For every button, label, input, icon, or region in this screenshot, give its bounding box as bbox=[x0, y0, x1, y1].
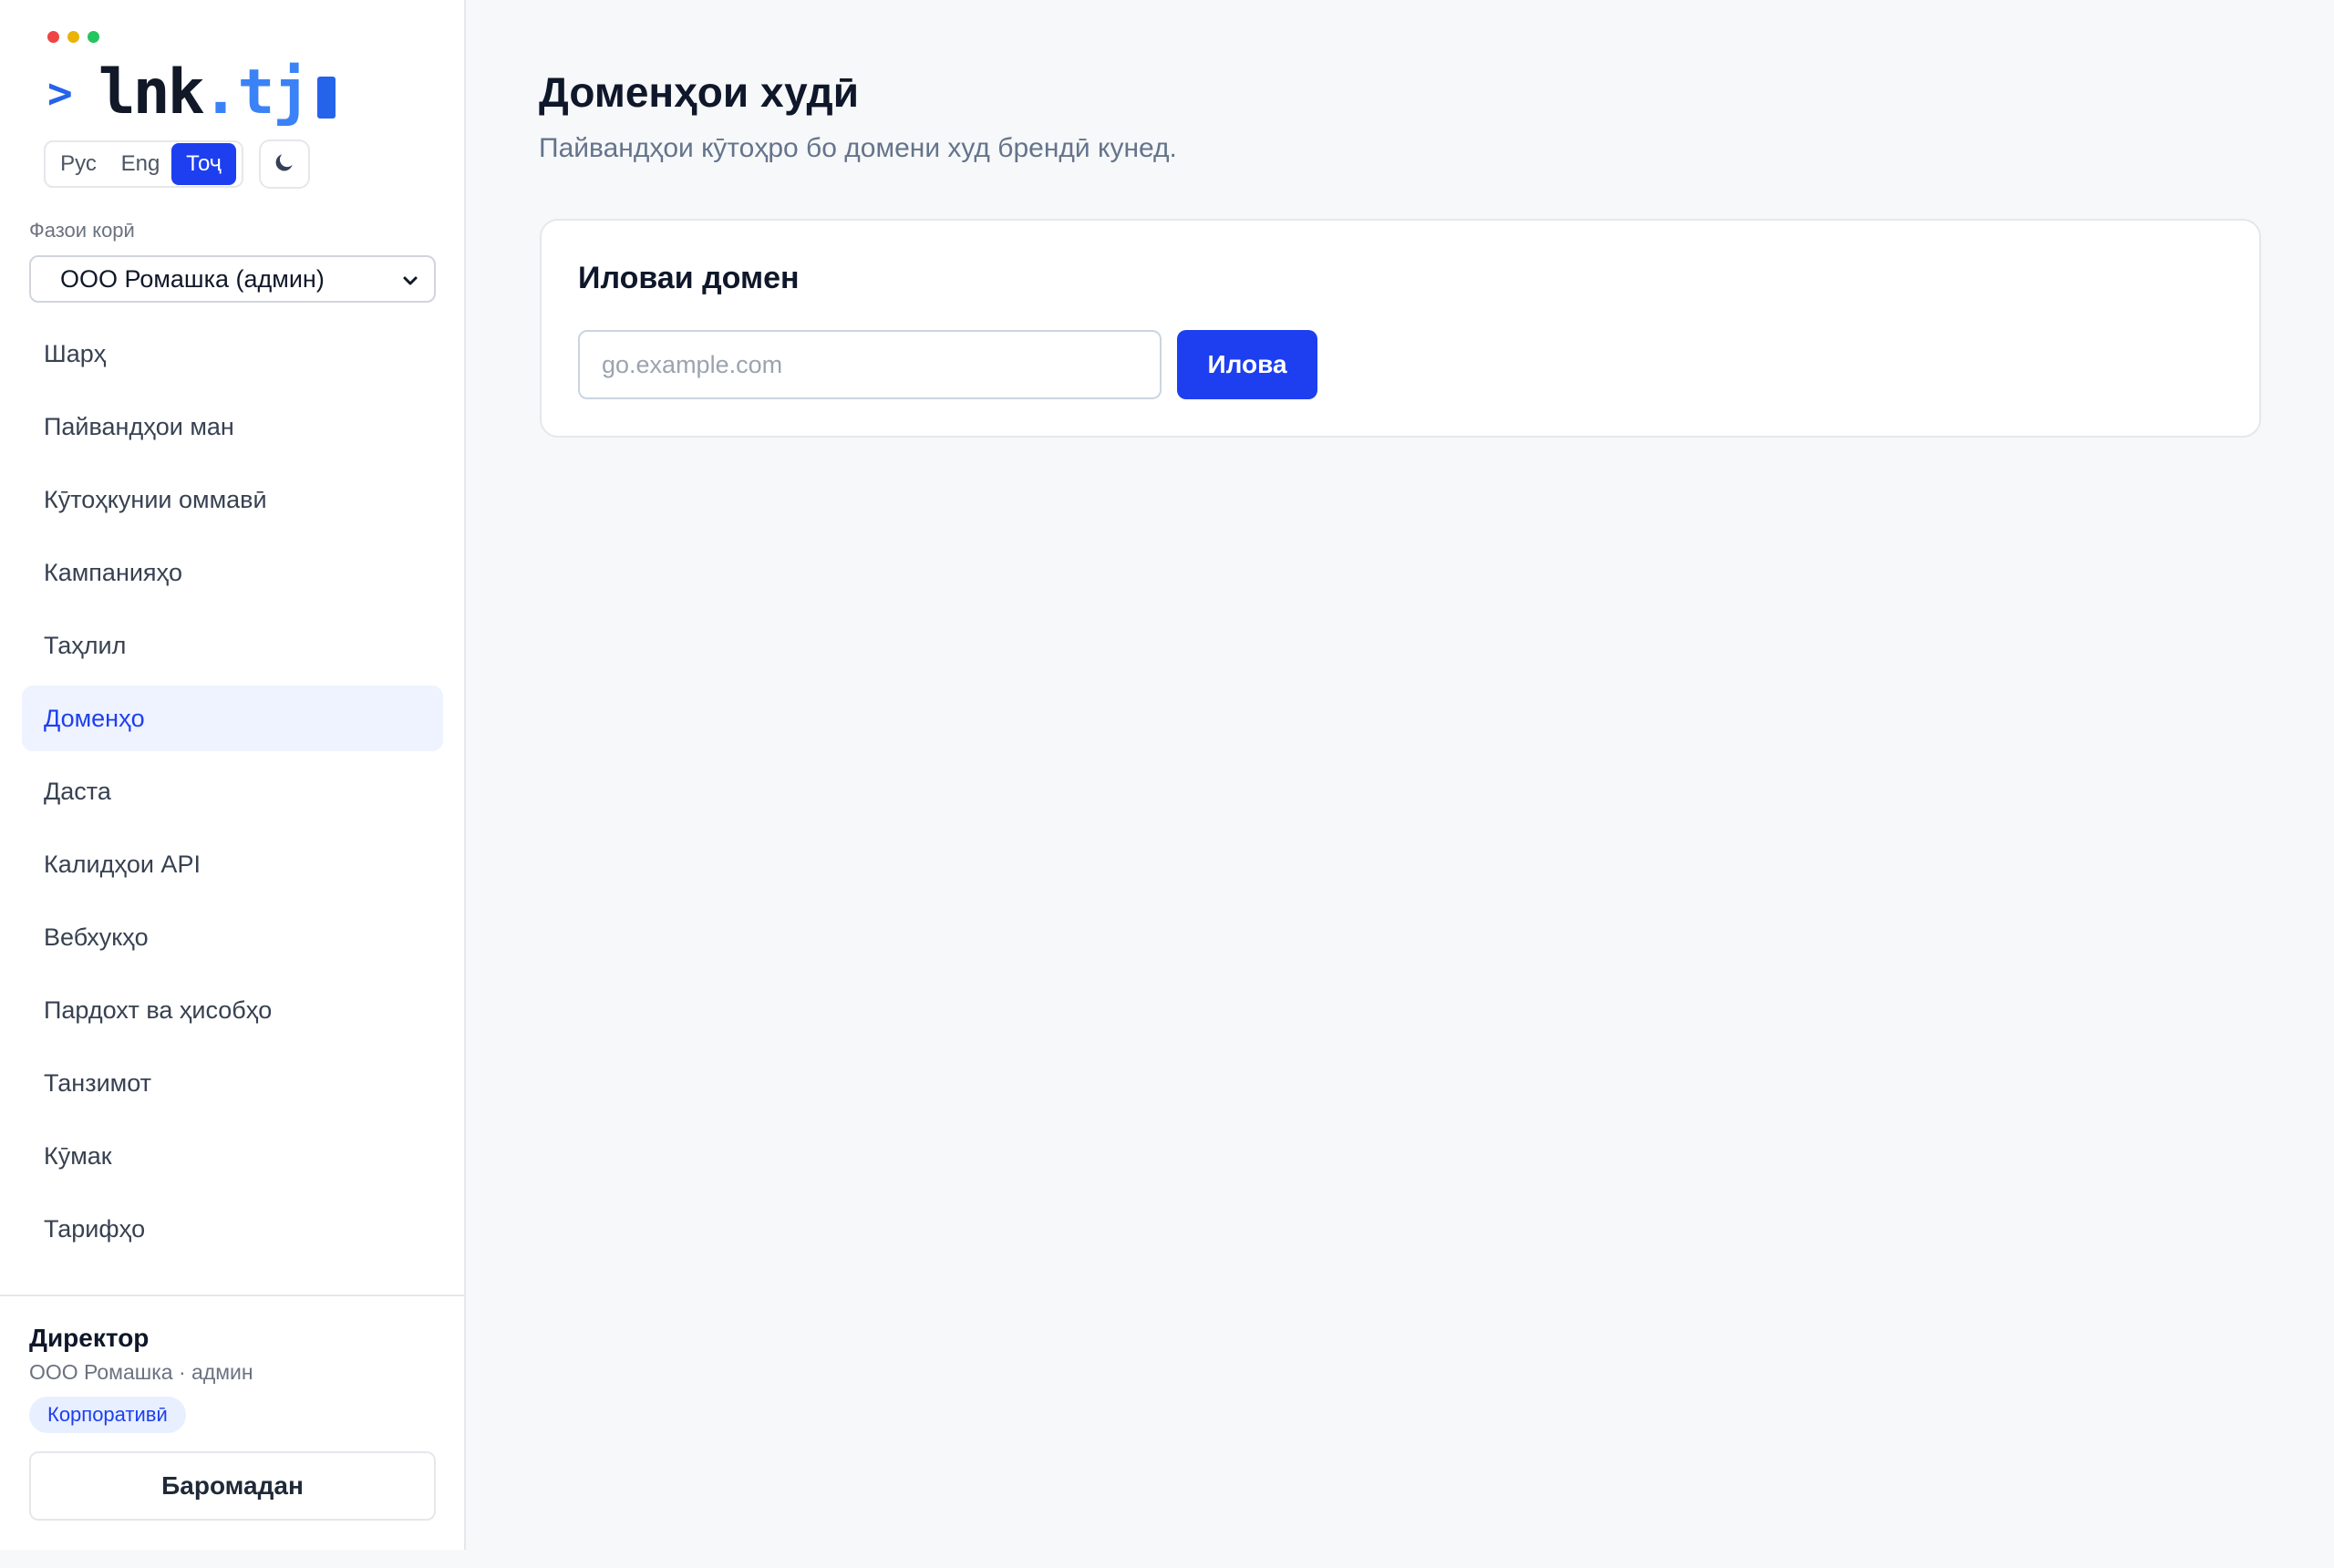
add-domain-title: Иловаи домен bbox=[578, 261, 800, 295]
theme-toggle-button[interactable] bbox=[259, 139, 310, 189]
moon-icon bbox=[273, 150, 296, 179]
workspace-select-value: ООО Ромашка (админ) bbox=[60, 264, 325, 293]
lang-option-tg[interactable]: Тоҷ bbox=[171, 143, 236, 185]
window-dots bbox=[47, 31, 99, 43]
logo-name: lnk bbox=[98, 57, 205, 129]
sidebar-item-analytics[interactable]: Таҳлил bbox=[22, 613, 443, 678]
sidebar-item-api-keys[interactable]: Калидҳои API bbox=[22, 831, 443, 897]
workspace-label: Фазои корӣ bbox=[29, 219, 135, 242]
sidebar-item-billing[interactable]: Пардохт ва ҳисобҳо bbox=[22, 977, 443, 1043]
add-domain-button[interactable]: Илова bbox=[1177, 330, 1317, 399]
logo[interactable]: > lnk .tj bbox=[47, 31, 336, 129]
user-org: ООО Ромашка · админ bbox=[29, 1360, 253, 1384]
sidebar-item-campaigns[interactable]: Кампанияҳо bbox=[22, 540, 443, 605]
sidebar-item-webhooks[interactable]: Вебхукҳо bbox=[22, 904, 443, 970]
chevron-down-icon bbox=[399, 270, 421, 298]
logout-button[interactable]: Баромадан bbox=[29, 1451, 436, 1521]
workspace-select[interactable]: ООО Ромашка (админ) bbox=[29, 255, 436, 303]
yellow-dot bbox=[67, 31, 79, 43]
page-subtitle: Пайвандҳои кӯтоҳро бо домени худ брендӣ … bbox=[539, 133, 1177, 163]
sidebar-divider bbox=[0, 1295, 466, 1296]
green-dot bbox=[88, 31, 99, 43]
lang-option-ru[interactable]: Рус bbox=[47, 143, 109, 185]
sidebar-item-team[interactable]: Даста bbox=[22, 758, 443, 824]
sidebar-nav: Шарҳ Пайвандҳои ман Кӯтоҳкунии оммавӣ Ка… bbox=[22, 321, 443, 1269]
add-domain-card: Иловаи домен Илова bbox=[540, 219, 2261, 438]
sidebar-item-domains[interactable]: Доменҳо bbox=[22, 686, 443, 751]
language-switcher: Рус Eng Тоҷ bbox=[44, 140, 243, 188]
domain-input[interactable] bbox=[578, 330, 1162, 399]
logo-cursor bbox=[317, 77, 336, 119]
logo-tld: .tj bbox=[201, 57, 311, 129]
sidebar-item-help[interactable]: Кӯмак bbox=[22, 1123, 443, 1189]
page-title: Доменҳои худӣ bbox=[539, 68, 860, 116]
user-name: Директор bbox=[29, 1324, 150, 1352]
sidebar-item-pricing[interactable]: Тарифҳо bbox=[22, 1196, 443, 1262]
plan-badge: Корпоративӣ bbox=[29, 1397, 186, 1433]
sidebar-item-settings[interactable]: Танзимот bbox=[22, 1050, 443, 1116]
sidebar-item-my-links[interactable]: Пайвандҳои ман bbox=[22, 394, 443, 459]
red-dot bbox=[47, 31, 59, 43]
logo-wordmark: > lnk .tj bbox=[47, 57, 336, 129]
sidebar: > lnk .tj Рус Eng Тоҷ Фазои корӣ ООО Ром… bbox=[0, 0, 466, 1550]
sidebar-item-overview[interactable]: Шарҳ bbox=[22, 321, 443, 387]
sidebar-item-bulk-shorten[interactable]: Кӯтоҳкунии оммавӣ bbox=[22, 467, 443, 532]
lang-option-en[interactable]: Eng bbox=[109, 143, 171, 185]
logo-prompt: > bbox=[47, 68, 73, 118]
